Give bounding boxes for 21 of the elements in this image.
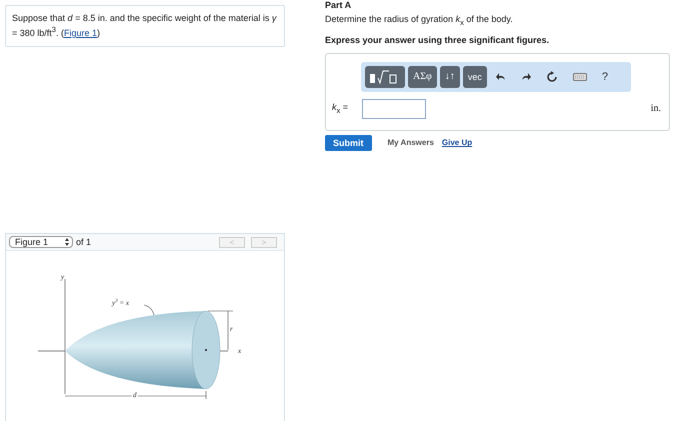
templates-button[interactable] [365,66,405,88]
help-button[interactable]: ? [596,70,614,83]
figure-count: of 1 [76,237,92,247]
part-title: Part A [325,0,352,10]
submit-button[interactable]: Submit [325,134,372,151]
my-answers-text: My Answers [388,138,434,148]
answer-label: k$_{x}$ = [332,102,350,116]
toolbar-button[interactable]: vec [462,66,487,88]
updown-icon [65,238,69,246]
unit-label: in. [650,103,661,114]
give-up-link[interactable]: Give Up [442,138,472,148]
problem-statement: Suppose that d = 8.5 in. and the specific weight of the material is γ = 380 lb/ft$^{3}$. (Figure 1) [5,5,285,47]
instruction-text: Express your answer using three significant figures. [325,34,550,45]
question-text: Determine the radius of gyration k$_{x}$ of the body. [325,14,514,27]
dimension-line [208,310,234,350]
leader-line [144,304,154,316]
figure-link[interactable]: Figure 1 [64,28,97,38]
figure-select[interactable]: Figure 1 [9,236,73,248]
answer-field[interactable] [362,98,426,119]
toolbar-button[interactable]: ΑΣφ [408,66,437,88]
toolbar-button[interactable]: ↓↑ [440,66,460,88]
